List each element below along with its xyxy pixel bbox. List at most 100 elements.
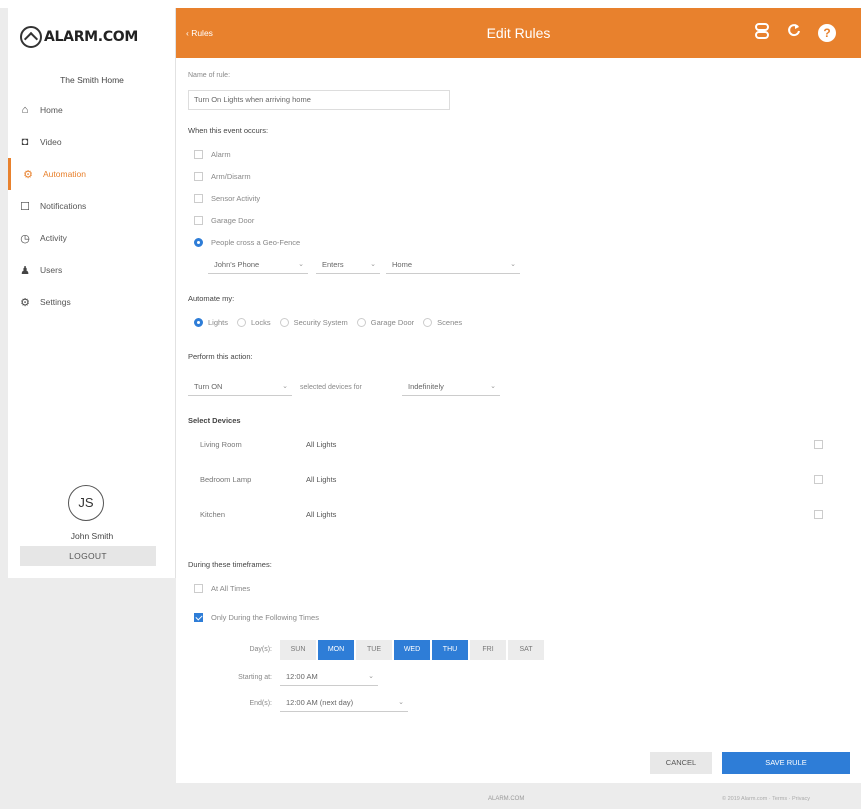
avatar[interactable]: JS xyxy=(68,485,104,521)
event-arm-disarm-checkbox[interactable]: Arm/Disarm xyxy=(194,172,251,181)
device-row: Bedroom Lamp All Lights xyxy=(176,463,861,497)
at-all-times-checkbox[interactable]: At All Times xyxy=(194,584,250,593)
automate-garage-door-radio[interactable]: Garage Door xyxy=(356,318,415,327)
sidebar-item-home[interactable]: ⌂ Home xyxy=(8,94,176,126)
perform-section-title: Perform this action: xyxy=(188,352,253,361)
automate-section-title: Automate my: xyxy=(188,294,235,303)
activity-icon: ◷ xyxy=(20,232,30,245)
perform-duration-select[interactable]: Indefinitely ⌄ xyxy=(402,378,500,396)
automate-lights-radio[interactable]: Lights xyxy=(194,318,228,327)
devices-section-title: Select Devices xyxy=(188,416,241,425)
event-alarm-checkbox[interactable]: Alarm xyxy=(194,150,231,159)
starting-at-label: Starting at: xyxy=(238,674,272,681)
device-select-checkbox[interactable] xyxy=(814,510,823,519)
select-value: John's Phone xyxy=(214,260,260,269)
day-sat-toggle[interactable]: SAT xyxy=(508,640,544,660)
sidebar-item-video[interactable]: ◘ Video xyxy=(8,126,176,158)
chevron-down-icon: ⌄ xyxy=(368,673,374,680)
home-icon: ⌂ xyxy=(21,104,29,116)
device-select-checkbox[interactable] xyxy=(814,440,823,449)
geofence-action-select[interactable]: Enters ⌄ xyxy=(316,256,380,274)
checkbox[interactable] xyxy=(194,613,203,622)
checkbox[interactable] xyxy=(194,216,203,225)
checkbox[interactable] xyxy=(194,150,203,159)
perform-action-select[interactable]: Turn ON ⌄ xyxy=(188,378,292,396)
day-fri-toggle[interactable]: FRI xyxy=(470,640,506,660)
footer-links[interactable]: © 2019 Alarm.com · Terms · Privacy xyxy=(722,796,810,802)
sidebar-item-users[interactable]: ♟ Users xyxy=(8,254,176,286)
checkbox-label: Arm/Disarm xyxy=(211,172,251,181)
video-camera-icon: ◘ xyxy=(21,136,29,148)
device-name: All Lights xyxy=(306,475,337,484)
event-garage-door-checkbox[interactable]: Garage Door xyxy=(194,216,254,225)
device-select-checkbox[interactable] xyxy=(814,475,823,484)
checkbox-label: Alarm xyxy=(211,150,231,159)
ending-label: End(s): xyxy=(249,700,272,707)
day-sun-toggle[interactable]: SUN xyxy=(280,640,316,660)
sidebar-item-label: Home xyxy=(40,105,63,115)
device-name: All Lights xyxy=(306,510,337,519)
chevron-down-icon: ⌄ xyxy=(510,261,516,268)
sidebar-item-label: Notifications xyxy=(40,201,87,211)
logo-text: ALARM.COM xyxy=(44,29,139,45)
geofence-device-select[interactable]: John's Phone ⌄ xyxy=(208,256,308,274)
day-selector: SUN MON TUE WED THU FRI SAT xyxy=(280,640,546,660)
device-sync-icon[interactable] xyxy=(752,23,772,43)
ending-time-select[interactable]: 12:00 AM (next day) ⌄ xyxy=(280,694,408,712)
chevron-down-icon: ⌄ xyxy=(490,383,496,390)
checkbox[interactable] xyxy=(194,584,203,593)
notifications-icon: ☐ xyxy=(20,200,30,213)
event-sensor-activity-checkbox[interactable]: Sensor Activity xyxy=(194,194,260,203)
sidebar-item-label: Automation xyxy=(43,169,86,179)
day-mon-toggle[interactable]: MON xyxy=(318,640,354,660)
radio-button[interactable] xyxy=(356,318,366,327)
rule-name-input[interactable]: Turn On Lights when arriving home xyxy=(188,90,450,110)
checkbox[interactable] xyxy=(194,194,203,203)
radio-button[interactable] xyxy=(237,318,247,327)
header-bar: ‹ Rules Edit Rules ? xyxy=(176,8,861,58)
time-section-title: During these timeframes: xyxy=(188,560,272,569)
chevron-down-icon: ⌄ xyxy=(398,699,404,706)
automate-scenes-radio[interactable]: Scenes xyxy=(423,318,462,327)
radio-label: Locks xyxy=(251,318,271,327)
sidebar-item-settings[interactable]: ⚙ Settings xyxy=(8,286,176,318)
sidebar-item-automation[interactable]: ⚙ Automation xyxy=(8,158,176,190)
checkbox-label: At All Times xyxy=(211,584,251,593)
radio-label: Security System xyxy=(293,318,348,327)
starting-time-select[interactable]: 12:00 AM ⌄ xyxy=(280,668,378,686)
edit-rule-form: Name of rule: Turn On Lights when arrivi… xyxy=(176,58,861,783)
save-rule-button[interactable]: SAVE RULE xyxy=(722,752,850,774)
help-icon[interactable]: ? xyxy=(818,24,836,42)
device-row: Kitchen All Lights xyxy=(176,498,861,532)
select-value: Indefinitely xyxy=(408,382,444,391)
select-value: 12:00 AM (next day) xyxy=(286,698,354,707)
sidebar-item-notifications[interactable]: ☐ Notifications xyxy=(8,190,176,222)
refresh-icon[interactable] xyxy=(784,23,804,43)
checkbox-label: Sensor Activity xyxy=(211,194,261,203)
day-tue-toggle[interactable]: TUE xyxy=(356,640,392,660)
event-geofence-radio[interactable]: People cross a Geo-Fence xyxy=(194,238,300,247)
day-thu-toggle[interactable]: THU xyxy=(432,640,468,660)
sidebar: ALARM.COM The Smith Home ⌂ Home ◘ Video … xyxy=(8,8,176,578)
sidebar-item-activity[interactable]: ◷ Activity xyxy=(8,222,176,254)
geofence-location-select[interactable]: Home ⌄ xyxy=(386,256,520,274)
following-times-checkbox[interactable]: Only During the Following Times xyxy=(194,613,319,622)
users-icon: ♟ xyxy=(20,264,30,277)
radio-button[interactable] xyxy=(279,318,289,327)
cancel-button[interactable]: CANCEL xyxy=(650,752,712,774)
automate-security-system-radio[interactable]: Security System xyxy=(279,318,348,327)
sidebar-item-label: Video xyxy=(40,137,62,147)
device-room: Living Room xyxy=(200,440,242,449)
radio-label: Scenes xyxy=(437,318,463,327)
checkbox-label: Garage Door xyxy=(211,216,255,225)
radio-label: Garage Door xyxy=(370,318,415,327)
radio-button[interactable] xyxy=(194,238,203,247)
checkbox[interactable] xyxy=(194,172,203,181)
alarm-com-logo[interactable]: ALARM.COM xyxy=(20,26,138,48)
automate-locks-radio[interactable]: Locks xyxy=(237,318,271,327)
day-wed-toggle[interactable]: WED xyxy=(394,640,430,660)
radio-button[interactable] xyxy=(194,318,203,327)
logout-button[interactable]: LOGOUT xyxy=(20,546,156,566)
chevron-down-icon: ⌄ xyxy=(282,383,288,390)
radio-button[interactable] xyxy=(423,318,433,327)
